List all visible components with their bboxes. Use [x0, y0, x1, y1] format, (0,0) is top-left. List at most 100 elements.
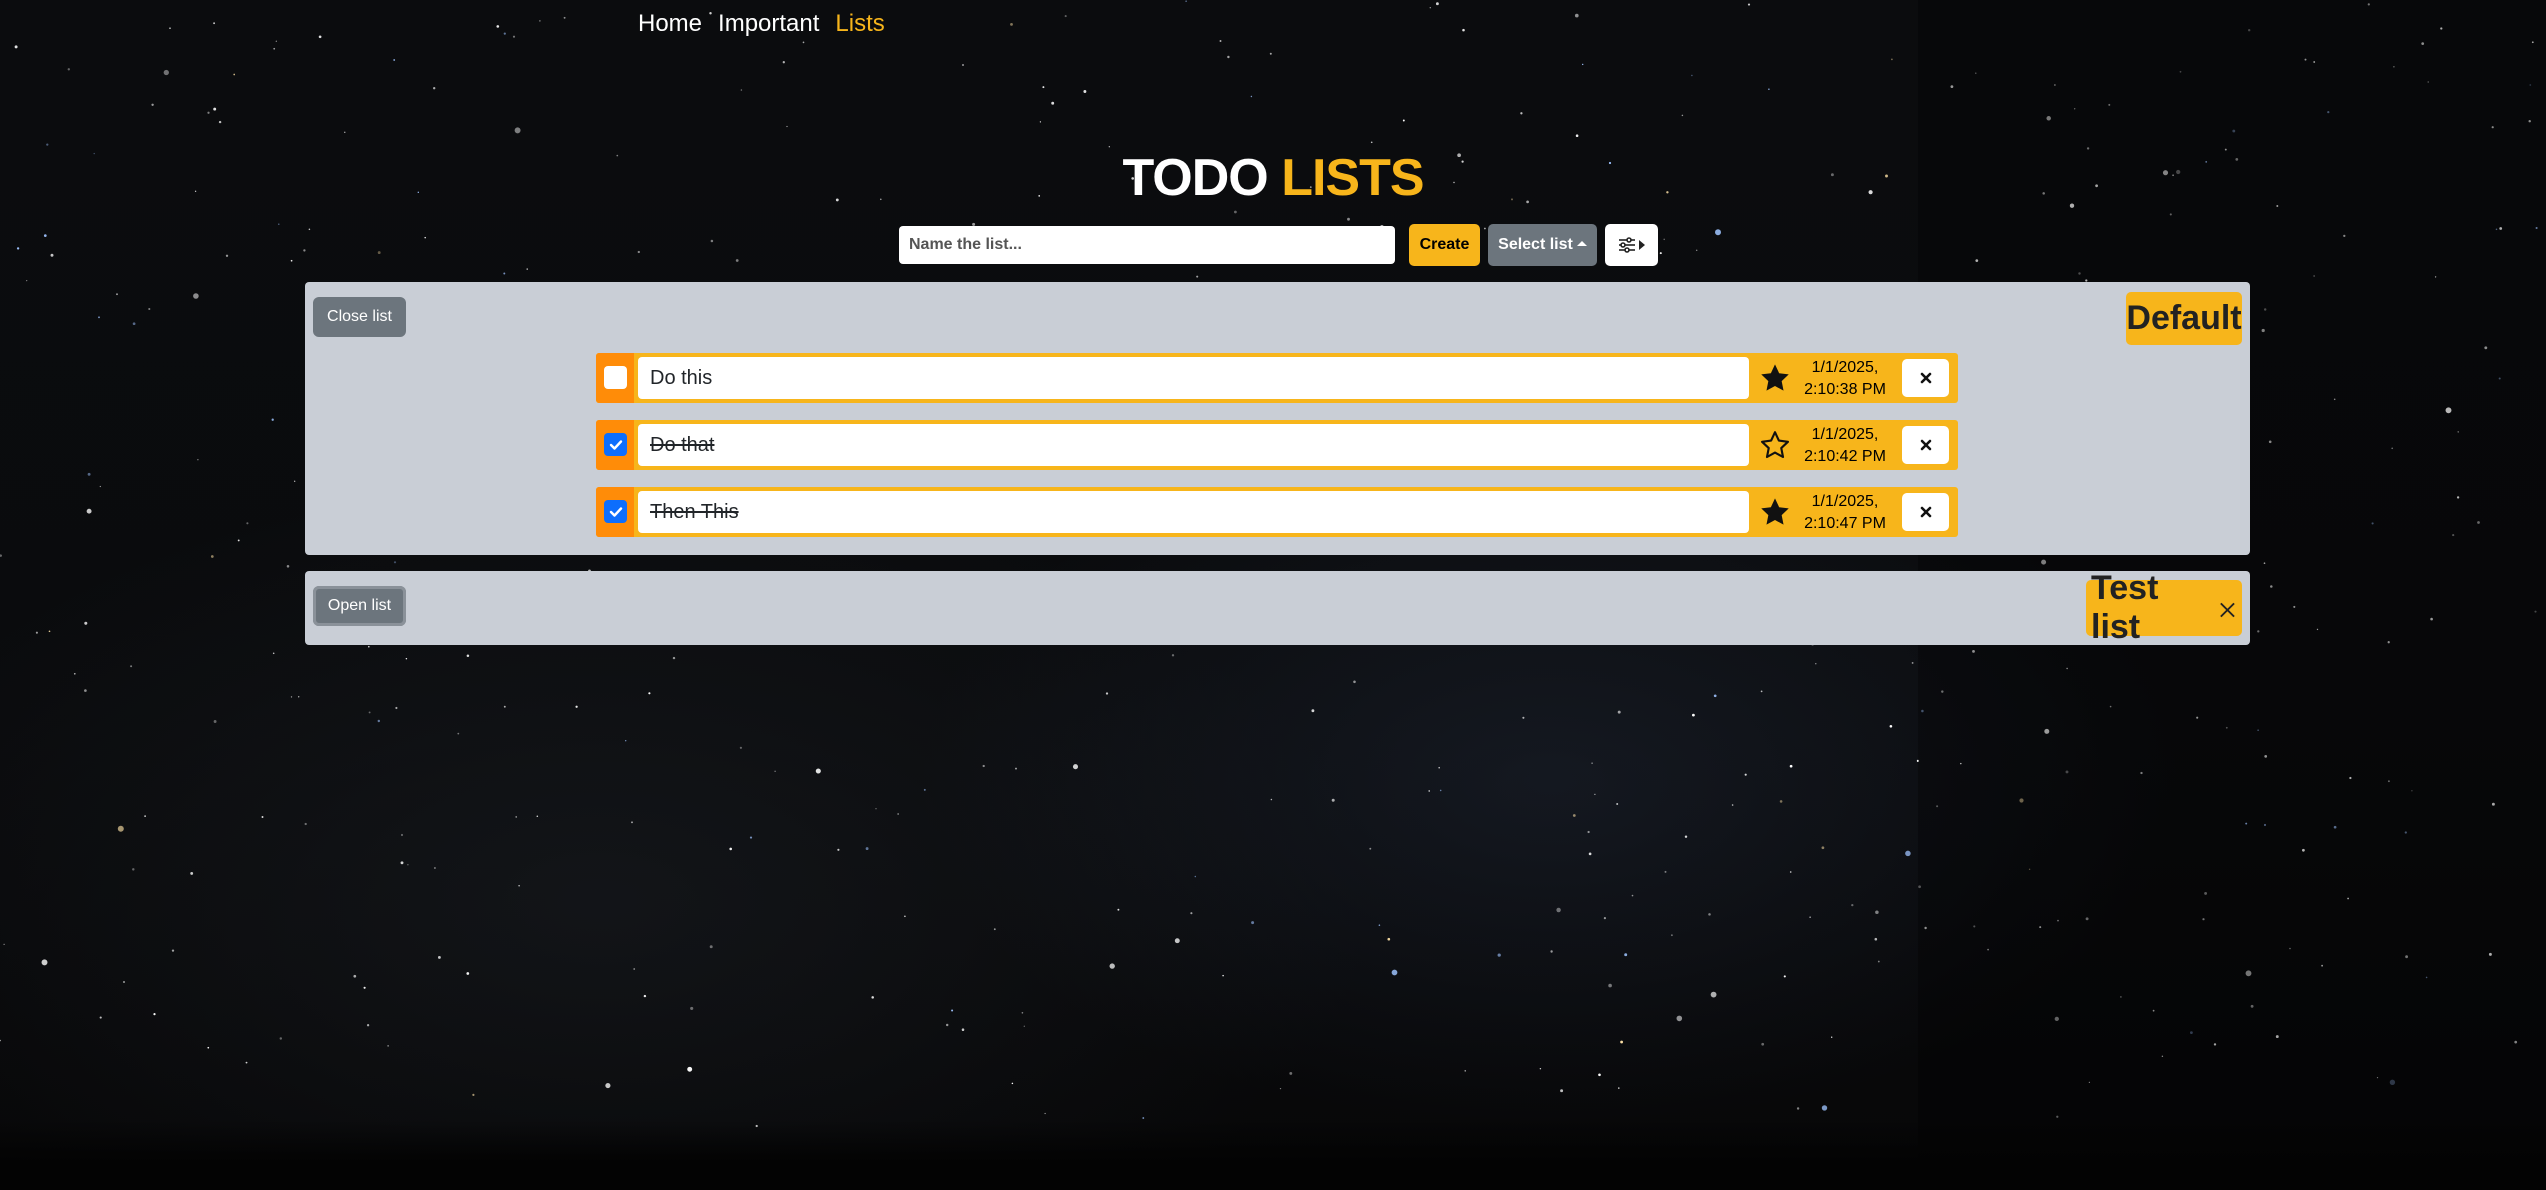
todo-text[interactable]: Then This — [638, 491, 1749, 533]
star-dot — [84, 621, 88, 625]
star-dot — [1387, 937, 1391, 941]
settings-button[interactable] — [1605, 224, 1658, 266]
sliders-icon — [1619, 237, 1635, 253]
star-dot — [213, 107, 217, 111]
todo-checkbox[interactable] — [604, 500, 627, 523]
todo-checkbox[interactable] — [604, 433, 627, 456]
star-dot — [344, 131, 346, 133]
star-dot — [368, 711, 371, 714]
star-dot — [122, 980, 126, 984]
delete-todo-button[interactable] — [1902, 426, 1949, 464]
star-dot — [169, 27, 171, 30]
star-dot — [400, 833, 404, 837]
star-dot — [144, 815, 146, 817]
star-dot — [424, 236, 426, 239]
star-dot — [290, 696, 293, 698]
nav-important-link[interactable]: Important — [718, 10, 819, 38]
star-dot — [625, 740, 627, 742]
star-dot — [512, 35, 516, 38]
checkmark-icon — [609, 439, 622, 450]
star-dot — [993, 928, 996, 931]
star-dot — [1761, 1042, 1765, 1046]
star-dot — [1105, 692, 1109, 695]
delete-todo-button[interactable] — [1902, 359, 1949, 397]
star-dot — [1572, 814, 1576, 817]
star-dot — [1353, 680, 1356, 684]
create-list-button[interactable]: Create — [1409, 224, 1480, 266]
star-dot — [48, 630, 51, 633]
todo-date: 1/1/2025, — [1811, 426, 1879, 443]
star-filled-icon[interactable] — [1759, 496, 1791, 528]
star-dot — [605, 1083, 611, 1089]
nav-lists-link[interactable]: Lists — [835, 10, 884, 38]
star-dot — [35, 631, 38, 634]
star-dot — [1695, 249, 1698, 252]
star-dot — [1185, 0, 1187, 2]
star-dot — [1664, 870, 1667, 873]
star-dot — [363, 986, 366, 989]
todo-timestamp: 1/1/2025, 2:10:47 PM — [1799, 491, 1891, 535]
star-dot — [1435, 2, 1439, 6]
star-outline-icon[interactable] — [1759, 429, 1791, 461]
close-list-button[interactable]: Close list — [313, 297, 406, 337]
star-dot — [387, 1045, 389, 1047]
star-dot — [273, 47, 276, 50]
star-dot — [163, 69, 169, 76]
delete-list-icon[interactable] — [2218, 600, 2237, 620]
star-dot — [637, 250, 640, 254]
star-dot — [951, 1009, 954, 1012]
star-dot — [1171, 654, 1175, 657]
star-dot — [729, 847, 732, 851]
star-dot — [132, 868, 135, 871]
todo-text[interactable]: Do that — [638, 424, 1749, 466]
star-dot — [865, 847, 869, 851]
star-dot — [43, 234, 47, 237]
star-dot — [1222, 974, 1224, 977]
star-dot — [1402, 119, 1405, 122]
star-dot — [1616, 803, 1619, 805]
nav-home-link[interactable]: Home — [638, 10, 702, 38]
list-name: Test list — [2091, 569, 2159, 646]
todo-item: Do this 1/1/2025, 2:10:38 PM — [596, 353, 1958, 403]
star-dot — [1598, 1073, 1601, 1077]
star-dot — [1670, 934, 1673, 937]
star-dot — [1560, 1089, 1564, 1093]
top-nav: Home Important Lists — [638, 10, 901, 38]
todo-checkbox[interactable] — [604, 366, 627, 389]
star-dot — [536, 815, 539, 817]
star-dot — [1039, 121, 1042, 123]
star-dot — [395, 706, 398, 710]
star-dot — [1582, 63, 1584, 66]
star-dot — [1044, 1112, 1046, 1115]
star-dot — [1196, 275, 1199, 278]
todo-item: Then This 1/1/2025, 2:10:47 PM — [596, 487, 1958, 537]
star-dot — [377, 719, 381, 723]
star-dot — [1251, 921, 1255, 925]
star-dot — [1789, 871, 1792, 873]
list-panel-default: Close list Default Do this 1/1/2025, 2:1… — [305, 282, 2250, 555]
star-dot — [1747, 3, 1751, 6]
caret-up-icon — [1576, 240, 1587, 246]
star-dot — [50, 253, 54, 257]
close-icon — [1920, 506, 1931, 518]
list-name-badge: Test list — [2086, 569, 2242, 646]
star-dot — [151, 103, 154, 106]
star-dot — [318, 35, 322, 39]
list-name-input[interactable] — [899, 226, 1395, 264]
star-dot — [1708, 913, 1711, 916]
delete-todo-button[interactable] — [1902, 493, 1949, 531]
star-dot — [1760, 690, 1763, 693]
open-list-button[interactable]: Open list — [313, 586, 406, 626]
star-dot — [213, 720, 217, 723]
star-dot — [503, 32, 506, 35]
star-dot — [1890, 58, 1893, 61]
star-filled-icon[interactable] — [1759, 362, 1791, 394]
title-accent: LISTS — [1281, 149, 1424, 207]
star-dot — [1023, 1025, 1025, 1027]
todo-text[interactable]: Do this — [638, 357, 1749, 399]
select-list-dropdown[interactable]: Select list — [1488, 224, 1597, 266]
star-dot — [945, 1023, 949, 1027]
caret-right-icon — [1639, 240, 1645, 250]
star-dot — [193, 293, 199, 299]
star-dot — [1550, 950, 1553, 953]
